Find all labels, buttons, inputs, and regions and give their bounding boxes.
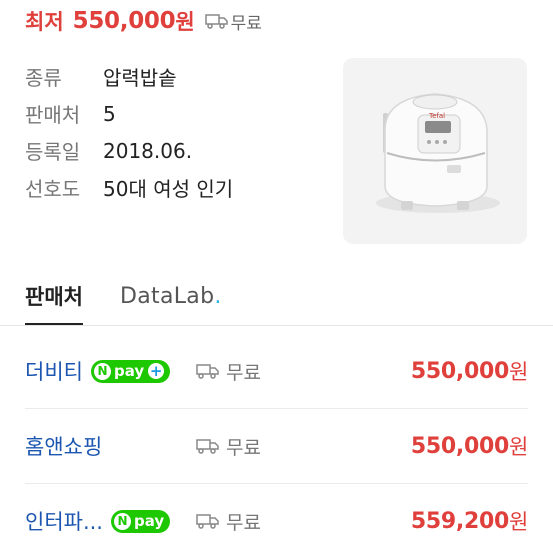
truck-icon	[196, 514, 219, 529]
spec-key: 등록일	[25, 140, 81, 164]
shipping-label: 무료	[226, 361, 261, 384]
price-value: 550,000	[410, 358, 509, 384]
product-summary: 최저 550,000 원 무료 종류 압력밥솥 판매처 5 등록일 2018.06. …	[0, 0, 553, 553]
seller-name-cell: 더비티 Npay +	[25, 334, 171, 408]
shipping-free-label: 무료	[230, 13, 262, 34]
spec-row: 종류 압력밥솥	[25, 58, 233, 95]
npay-text: pay	[134, 512, 165, 530]
tab-datalab-label: DataLab	[120, 283, 215, 309]
npay-text: pay	[113, 362, 145, 380]
lowest-price-label: 최저	[25, 10, 64, 34]
price-currency: 원	[508, 360, 528, 384]
plus-icon: +	[148, 362, 165, 380]
npay-plus-badge: Npay +	[90, 359, 171, 383]
truck-icon	[204, 13, 229, 29]
seller-price: 550,000 원	[411, 409, 528, 483]
brand-logo: Tefal	[428, 112, 445, 120]
tab-bar: 판매처 DataLab.	[25, 268, 553, 325]
datalab-dot: .	[214, 283, 222, 309]
seller-price: 559,200 원	[411, 484, 528, 558]
lowest-price-currency: 원	[175, 10, 195, 34]
spec-row: 등록일 2018.06.	[25, 132, 233, 169]
npay-n-icon: N	[93, 362, 111, 380]
shipping-label: 무료	[226, 436, 261, 459]
seller-price: 550,000 원	[411, 334, 528, 408]
seller-name[interactable]: 홈앤쇼핑	[25, 431, 102, 461]
spec-key: 선호도	[25, 177, 81, 201]
price-value: 559,200	[410, 508, 509, 534]
product-image[interactable]: Tefal	[343, 58, 527, 244]
spec-value: 2018.06.	[103, 138, 193, 163]
tab-datalab[interactable]: DataLab.	[120, 268, 222, 324]
npay-n-icon: N	[114, 512, 131, 530]
shipping-label: 무료	[226, 511, 261, 534]
spec-row: 선호도 50대 여성 인기	[25, 169, 233, 206]
price-currency: 원	[508, 510, 528, 534]
lowest-price: 최저 550,000 원 무료	[25, 4, 262, 38]
seller-name-cell: 인터파... Npay	[25, 484, 171, 558]
spec-value: 5	[103, 101, 116, 126]
seller-row[interactable]: 더비티 Npay + 무료 550,000 원	[0, 334, 553, 408]
seller-shipping: 무료	[196, 484, 261, 558]
lowest-price-value: 550,000	[72, 8, 176, 34]
tab-sellers[interactable]: 판매처	[25, 268, 83, 325]
spec-row: 판매처 5	[25, 95, 233, 132]
npay-badge: Npay	[111, 509, 171, 533]
seller-row[interactable]: 인터파... Npay 무료 559,200 원	[0, 484, 553, 558]
truck-icon	[196, 364, 219, 379]
seller-shipping: 무료	[196, 409, 261, 483]
seller-name[interactable]: 더비티	[25, 356, 83, 386]
spec-list: 종류 압력밥솥 판매처 5 등록일 2018.06. 선호도 50대 여성 인기	[25, 58, 233, 206]
tab-sellers-label: 판매처	[25, 285, 83, 309]
seller-row[interactable]: 홈앤쇼핑 무료 550,000 원	[0, 409, 553, 483]
divider	[0, 325, 553, 326]
spec-value: 50대 여성 인기	[103, 177, 234, 201]
seller-shipping: 무료	[196, 334, 261, 408]
spec-value: 압력밥솥	[103, 66, 177, 90]
seller-name-cell: 홈앤쇼핑	[25, 409, 102, 483]
rice-cooker-illustration: Tefal	[376, 93, 500, 213]
price-currency: 원	[508, 435, 528, 459]
truck-icon	[196, 439, 219, 454]
spec-key: 종류	[25, 66, 62, 90]
seller-name[interactable]: 인터파...	[25, 506, 103, 536]
spec-key: 판매처	[25, 103, 81, 127]
price-value: 550,000	[410, 433, 509, 459]
